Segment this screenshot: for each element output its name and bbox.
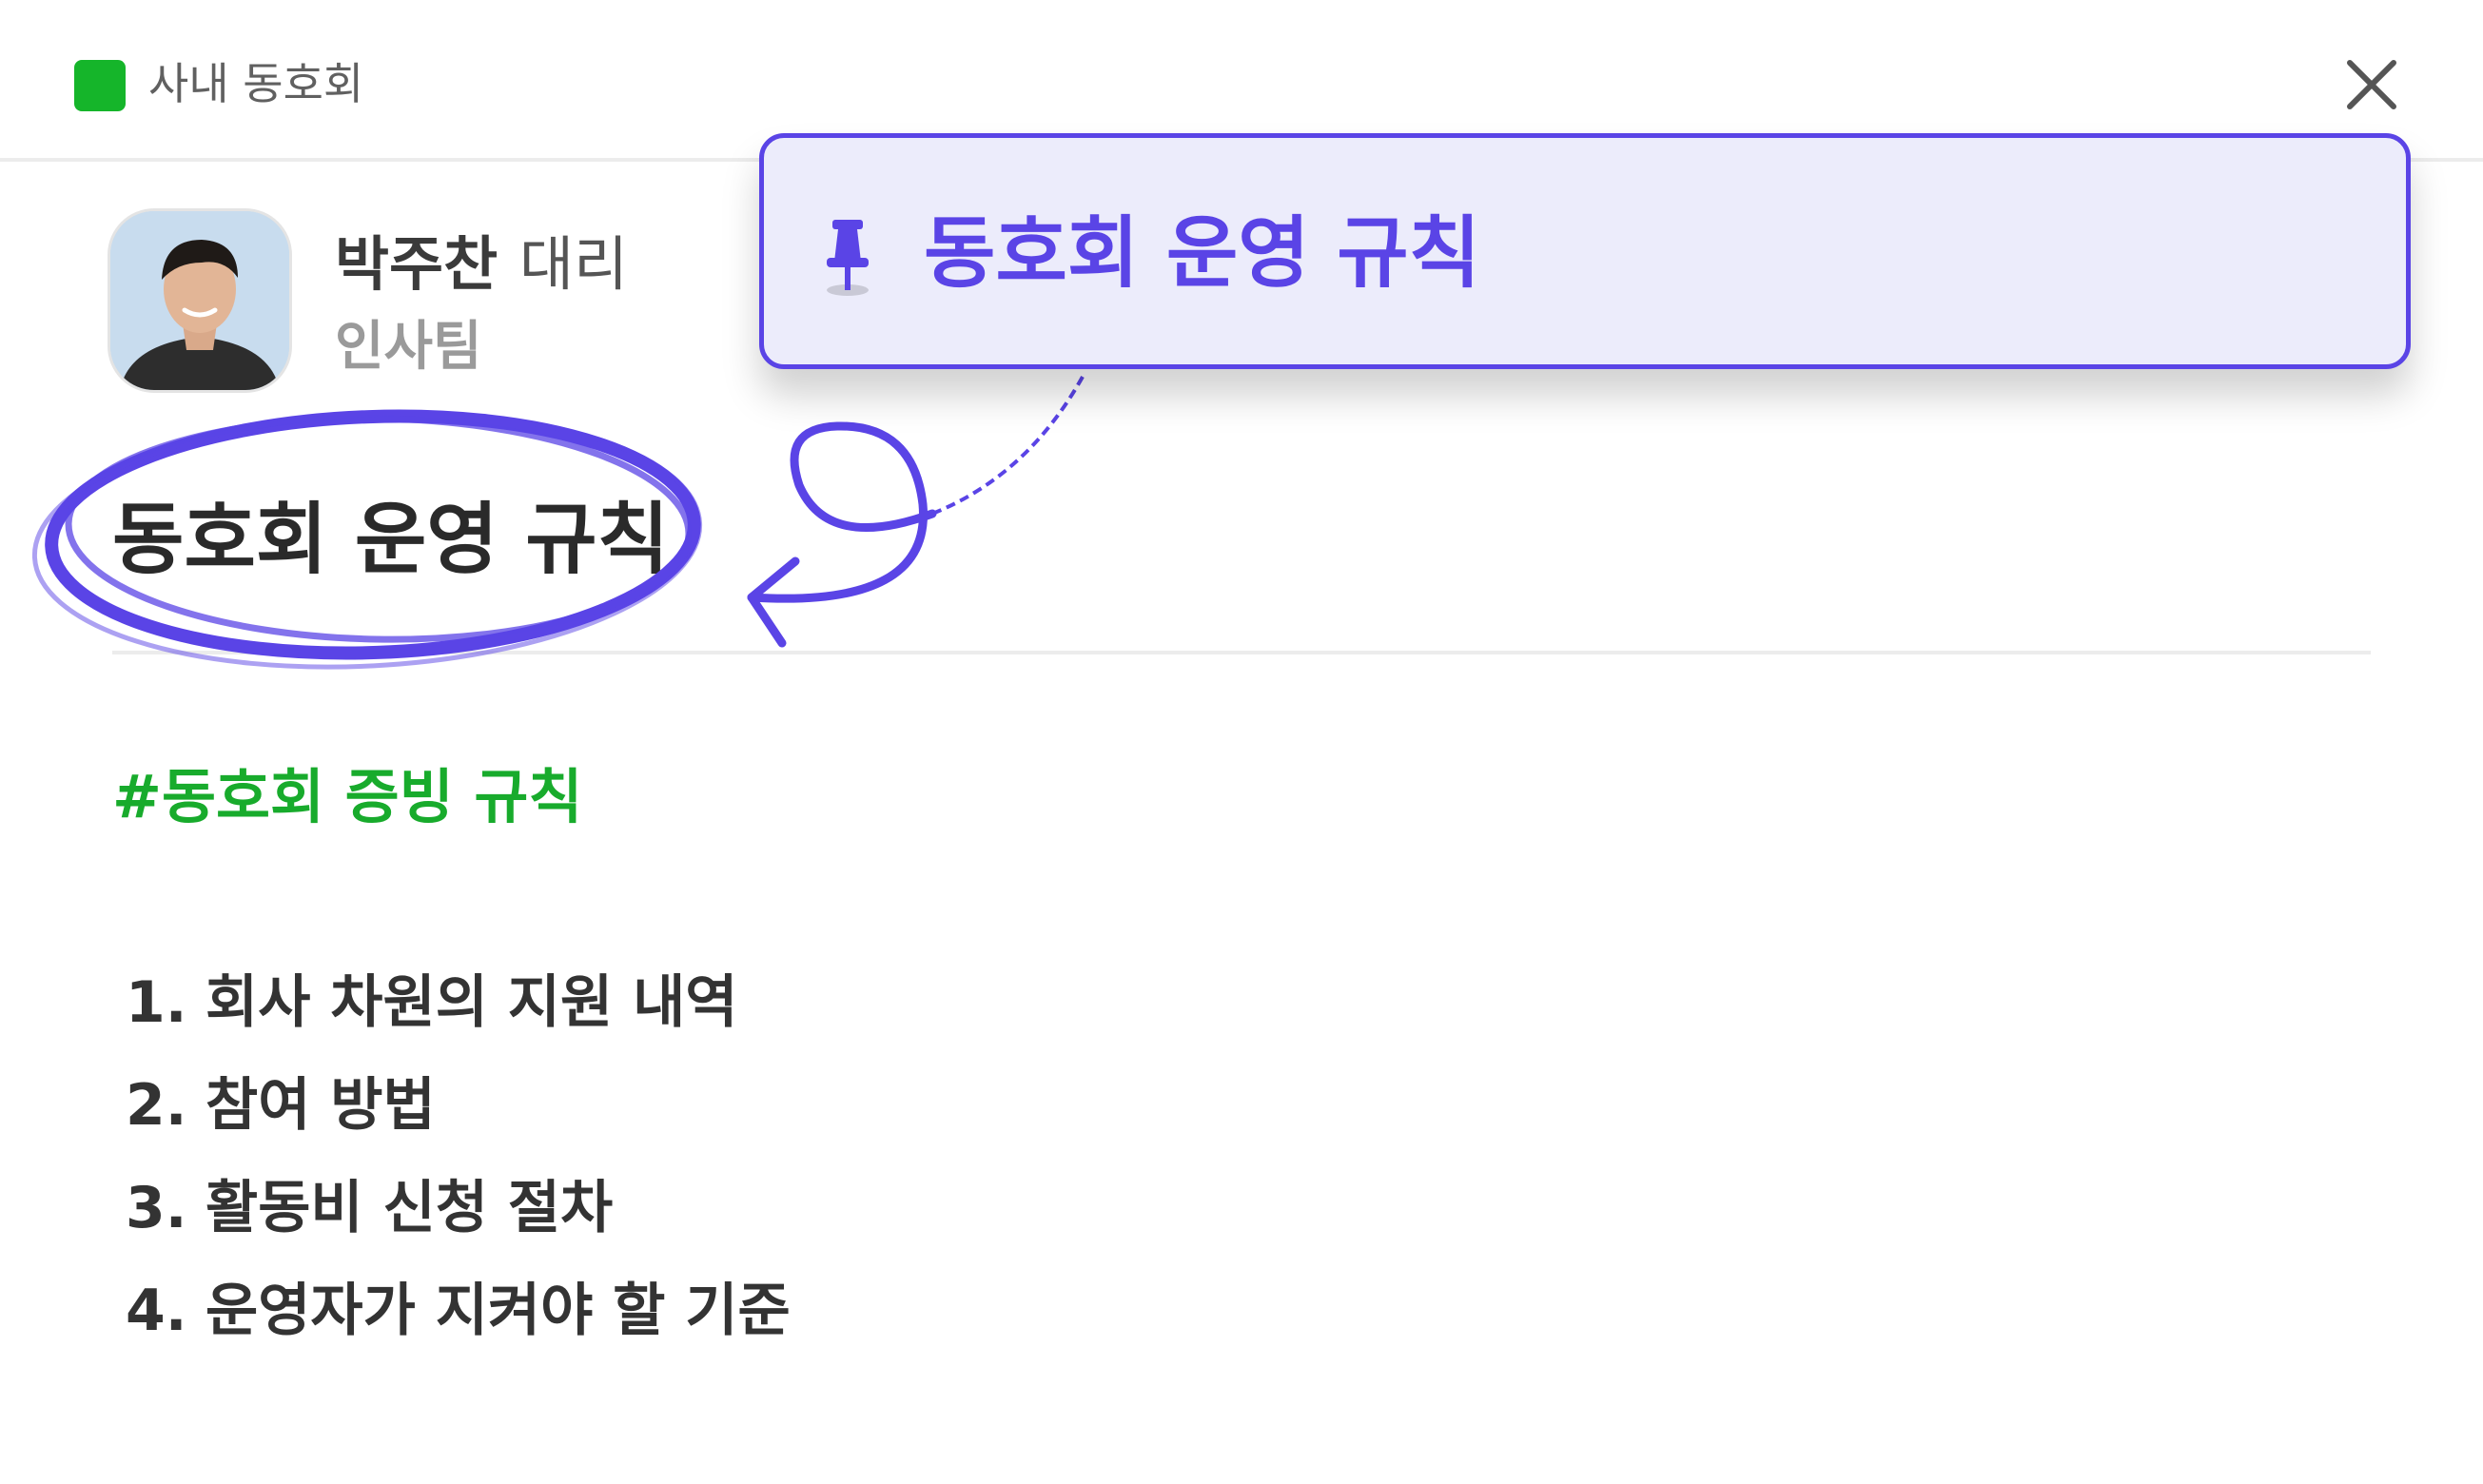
close-icon[interactable] [2342, 55, 2401, 114]
list-item-text: 참여 방법 [205, 1072, 436, 1139]
pinned-post-title: 동호회 운영 규칙 [924, 208, 1481, 299]
list-item-number: 1. [126, 969, 187, 1036]
list-item: 4. 운영자가 지켜야 할 기준 [126, 1259, 791, 1362]
author-team: 인사팀 [335, 316, 482, 378]
list-item-text: 활동비 신청 절차 [205, 1175, 614, 1241]
pin-icon [819, 214, 876, 300]
list-item-number: 3. [126, 1175, 187, 1241]
post-title: 동호회 운영 규칙 [112, 495, 670, 585]
channel-color-icon [74, 60, 126, 111]
pointer-arrow-dashed [931, 376, 1085, 516]
hashtag-link[interactable]: #동호회 증빙 규칙 [112, 761, 582, 833]
list-item-text: 운영자가 지켜야 할 기준 [205, 1278, 791, 1344]
list-item: 3. 활동비 신청 절차 [126, 1157, 791, 1259]
list-item-text: 회사 차원의 지원 내역 [205, 969, 738, 1036]
author-role: 대리 [519, 229, 629, 299]
list-item: 2. 참여 방법 [126, 1054, 791, 1157]
pinned-post-card[interactable]: 동호회 운영 규칙 [759, 133, 2411, 369]
list-item-number: 2. [126, 1072, 187, 1139]
author-name[interactable]: 박주찬 [335, 230, 498, 299]
rule-list: 1. 회사 차원의 지원 내역 2. 참여 방법 3. 활동비 신청 절차 4. 운영자… [126, 951, 791, 1362]
pointer-arrowhead [747, 556, 800, 648]
list-item: 1. 회사 차원의 지원 내역 [126, 951, 791, 1054]
avatar[interactable] [110, 211, 289, 390]
pointer-arrow-loop [747, 421, 937, 603]
list-item-number: 4. [126, 1278, 187, 1344]
channel-name: 사내 동호회 [148, 58, 364, 109]
divider [112, 651, 2371, 654]
